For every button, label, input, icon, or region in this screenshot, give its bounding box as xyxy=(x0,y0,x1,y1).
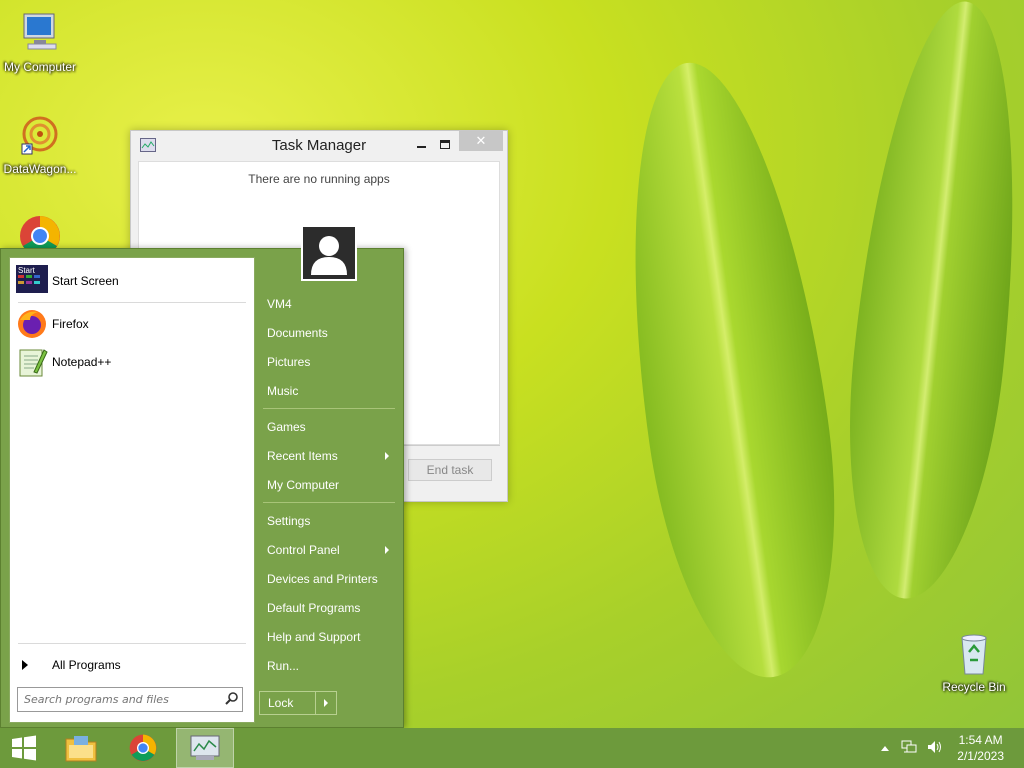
place-control-panel[interactable]: Control Panel xyxy=(259,535,399,564)
place-default-programs[interactable]: Default Programs xyxy=(259,593,399,622)
place-music[interactable]: Music xyxy=(259,376,399,405)
place-label: Default Programs xyxy=(267,600,361,615)
place-run[interactable]: Run... xyxy=(259,651,399,680)
desktop-icon-label: DataWagon... xyxy=(3,162,77,176)
desktop-icon-label: Recycle Bin xyxy=(942,680,1006,694)
folder-icon xyxy=(65,736,97,762)
task-manager-icon xyxy=(190,735,220,760)
place-label: My Computer xyxy=(267,477,340,492)
windows-logo-icon xyxy=(12,735,36,761)
all-programs-button[interactable]: All Programs xyxy=(16,658,121,672)
place-documents[interactable]: Documents xyxy=(259,318,399,347)
place-label: Pictures xyxy=(267,354,311,369)
taskbar-file-explorer[interactable] xyxy=(52,728,110,768)
place-settings[interactable]: Settings xyxy=(259,506,399,535)
place-recent-items[interactable]: Recent Items xyxy=(259,441,399,470)
end-task-button[interactable]: End task xyxy=(408,459,492,481)
chevron-right-icon xyxy=(324,699,328,707)
clock-time: 1:54 AM xyxy=(958,733,1003,747)
program-label: Notepad++ xyxy=(52,355,112,369)
maximize-button[interactable] xyxy=(433,133,457,155)
minimize-button[interactable] xyxy=(409,133,433,155)
place-vm4[interactable]: VM4 xyxy=(259,289,399,318)
user-icon xyxy=(311,236,347,275)
separator xyxy=(18,302,246,303)
all-programs-label: All Programs xyxy=(52,658,121,672)
start-screen-icon: Start xyxy=(16,265,48,297)
desktop-icon-my-computer[interactable]: My Computer xyxy=(0,10,80,74)
clock-date: 2/1/2023 xyxy=(957,749,1004,763)
triangle-right-icon xyxy=(22,660,28,670)
submenu-arrow-icon xyxy=(385,545,389,554)
place-label: Recent Items xyxy=(267,448,338,463)
places-panel: VM4 Documents Pictures Music Games Recen… xyxy=(259,289,399,680)
search-box[interactable] xyxy=(17,687,243,712)
place-devices-and-printers[interactable]: Devices and Printers xyxy=(259,564,399,593)
separator xyxy=(263,408,395,409)
place-label: Games xyxy=(267,419,306,434)
program-firefox[interactable]: Firefox xyxy=(10,305,254,343)
place-label: Documents xyxy=(267,325,328,340)
chrome-icon xyxy=(129,734,157,762)
program-notepad-plus-plus[interactable]: Notepad++ xyxy=(10,343,254,381)
place-label: Music xyxy=(267,383,299,398)
place-label: Control Panel xyxy=(267,542,340,557)
program-label: Start Screen xyxy=(52,274,119,288)
programs-panel: Start Start Screen Firefox Notepad++ All… xyxy=(9,257,255,723)
datawagon-icon xyxy=(16,112,64,160)
place-label: Help and Support xyxy=(267,629,361,644)
firefox-icon xyxy=(16,308,48,340)
recycle-bin-icon xyxy=(950,630,998,678)
place-label: Devices and Printers xyxy=(267,571,378,586)
close-icon: ✕ xyxy=(475,133,487,149)
program-label: Firefox xyxy=(52,317,89,331)
search-icon[interactable] xyxy=(222,691,242,708)
volume-icon[interactable] xyxy=(927,740,943,757)
notepad-plus-plus-icon xyxy=(16,346,48,378)
start-menu: Start Start Screen Firefox Notepad++ All… xyxy=(0,225,404,728)
user-avatar[interactable] xyxy=(301,225,357,281)
taskbar: 1:54 AM 2/1/2023 xyxy=(0,728,1024,768)
empty-message: There are no running apps xyxy=(248,172,390,186)
taskbar-task-manager[interactable] xyxy=(176,728,234,768)
lock-control: Lock xyxy=(259,691,337,715)
place-label: Run... xyxy=(267,658,300,673)
place-pictures[interactable]: Pictures xyxy=(259,347,399,376)
start-button[interactable] xyxy=(0,728,48,768)
place-label: VM4 xyxy=(267,296,292,311)
system-tray: 1:54 AM 2/1/2023 xyxy=(881,728,1024,768)
place-label: Settings xyxy=(267,513,311,528)
lock-options-button[interactable] xyxy=(316,692,336,714)
network-icon[interactable] xyxy=(901,740,917,757)
clock[interactable]: 1:54 AM 2/1/2023 xyxy=(957,732,1004,764)
separator xyxy=(18,643,246,644)
program-start-screen[interactable]: Start Start Screen xyxy=(10,262,254,300)
search-input[interactable] xyxy=(24,693,222,706)
taskbar-chrome[interactable] xyxy=(114,728,172,768)
desktop-icon-datawagon[interactable]: DataWagon... xyxy=(0,112,80,176)
desktop-icon-recycle-bin[interactable]: Recycle Bin xyxy=(934,630,1014,694)
separator xyxy=(263,502,395,503)
svg-text:Start: Start xyxy=(18,266,36,275)
place-help-and-support[interactable]: Help and Support xyxy=(259,622,399,651)
submenu-arrow-icon xyxy=(385,451,389,460)
computer-icon xyxy=(16,10,64,58)
place-my-computer[interactable]: My Computer xyxy=(259,470,399,499)
task-manager-titlebar[interactable]: Task Manager ✕ xyxy=(131,131,507,159)
lock-button[interactable]: Lock xyxy=(260,692,316,714)
desktop-icon-label: My Computer xyxy=(3,60,77,74)
show-hidden-icons-button[interactable] xyxy=(881,745,890,751)
wallpaper-leaf xyxy=(829,0,1024,607)
place-games[interactable]: Games xyxy=(259,412,399,441)
close-button[interactable]: ✕ xyxy=(459,131,503,151)
wallpaper-leaf xyxy=(597,50,863,690)
